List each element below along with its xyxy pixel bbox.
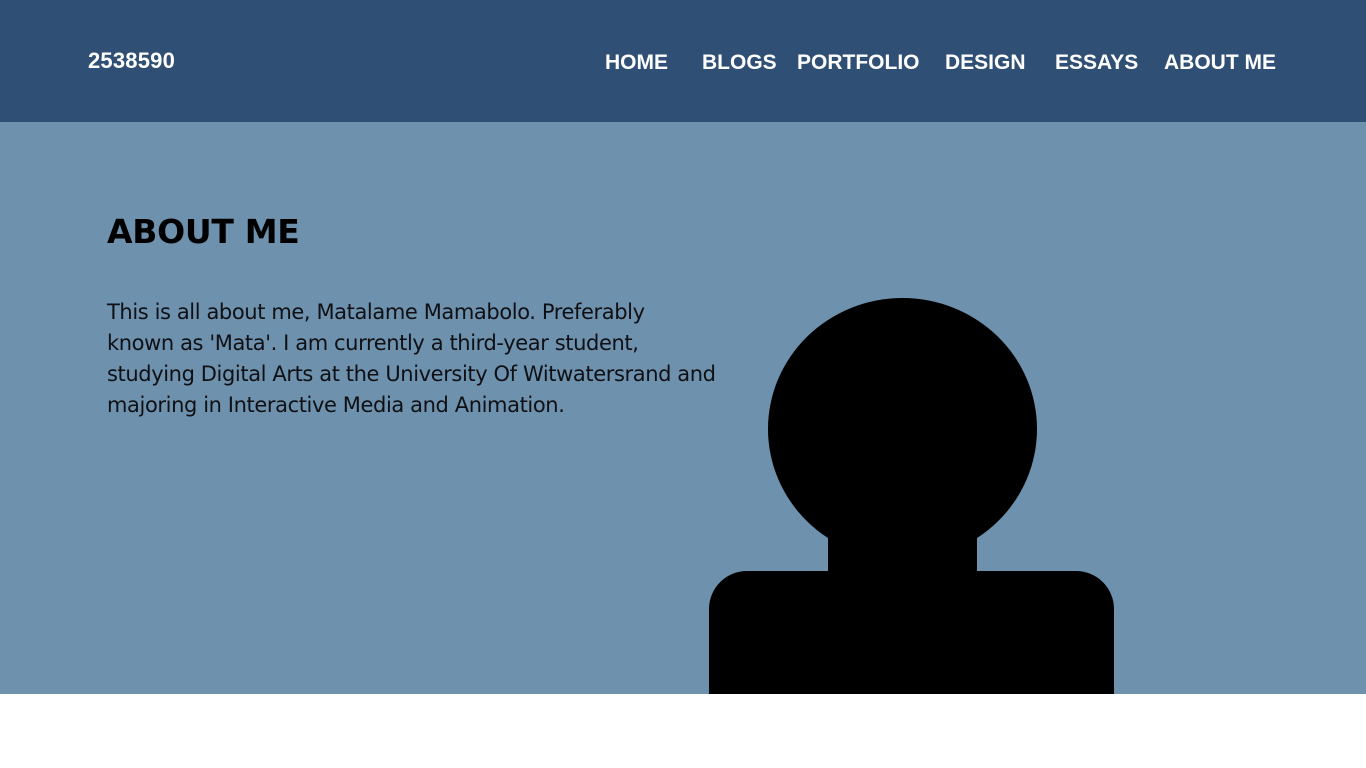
nav-design-link[interactable]: DESIGN (945, 48, 1026, 78)
page-bottom-space (0, 694, 1366, 768)
nav-about-me-link[interactable]: ABOUT ME (1164, 48, 1276, 78)
site-header: 2538590 HOME BLOGS PORTFOLIO DESIGN ESSA… (0, 0, 1366, 122)
nav-portfolio-link[interactable]: PORTFOLIO (797, 48, 920, 78)
about-me-description: This is all about me, Matalame Mamabolo.… (107, 300, 716, 417)
nav-home-link[interactable]: HOME (605, 48, 668, 78)
about-me-section: ABOUT ME This is all about me, Matalame … (0, 122, 1366, 694)
about-me-title: ABOUT ME (107, 212, 300, 251)
silhouette-body (709, 571, 1114, 694)
person-silhouette-icon (709, 298, 1114, 694)
nav-essays-link[interactable]: ESSAYS (1055, 48, 1138, 78)
site-id-label[interactable]: 2538590 (88, 46, 175, 76)
nav-blogs-link[interactable]: BLOGS (702, 48, 777, 78)
